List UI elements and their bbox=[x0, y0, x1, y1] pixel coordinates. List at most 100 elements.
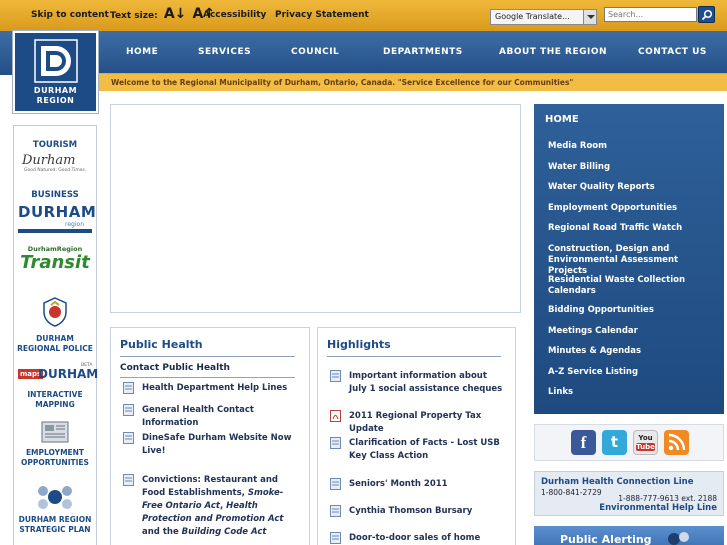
highlight-item[interactable]: Important information about July 1 socia… bbox=[330, 370, 503, 396]
conv-act-3: Building Code Act bbox=[181, 527, 267, 537]
right-nav-item[interactable]: Regional Road Traffic Watch bbox=[548, 223, 714, 234]
health-line-phone: 1-800-841-2729 bbox=[541, 488, 602, 497]
left-sidebar: TOURISM Durham Good Natured. Good Times.… bbox=[13, 125, 98, 545]
tourism-logo[interactable]: Durham Good Natured. Good Times. bbox=[18, 153, 92, 179]
rss-glyph bbox=[668, 433, 686, 451]
document-icon bbox=[330, 505, 341, 517]
public-health-title: Public Health bbox=[120, 338, 203, 351]
highlight-item-label: Cynthia Thomson Bursary bbox=[349, 506, 473, 516]
durham-region-logo[interactable]: DURHAM REGION bbox=[13, 31, 98, 113]
contact-public-health-link[interactable]: Contact Public Health bbox=[120, 363, 230, 373]
highlight-item[interactable]: Cynthia Thomson Bursary bbox=[330, 505, 503, 518]
highlight-item[interactable]: Seniors' Month 2011 bbox=[330, 478, 503, 491]
highlight-item-label: Door-to-door sales of home water bbox=[349, 533, 481, 543]
social-links: f t You Tube bbox=[534, 424, 724, 461]
search-icon bbox=[701, 9, 713, 21]
business-heading: BUSINESS bbox=[31, 190, 79, 200]
transit-logo[interactable]: DurhamRegion Transit bbox=[18, 245, 92, 281]
maps-logo-word: DURHAM bbox=[38, 367, 99, 381]
durham-d-mark-icon bbox=[34, 39, 78, 83]
right-nav-item[interactable]: Bidding Opportunities bbox=[548, 305, 714, 316]
document-icon bbox=[123, 382, 134, 394]
maps-logo[interactable]: maps DURHAM BETA bbox=[18, 363, 98, 384]
chevron-down-icon bbox=[583, 10, 596, 24]
google-translate-select[interactable]: Google Translate... bbox=[490, 9, 597, 25]
right-nav-item[interactable]: Employment Opportunities bbox=[548, 203, 714, 214]
right-nav-item[interactable]: Water Billing bbox=[548, 162, 714, 173]
health-item[interactable]: General Health Contact Information bbox=[123, 404, 297, 430]
health-line-title: Durham Health Connection Line bbox=[541, 477, 694, 487]
document-icon bbox=[123, 474, 134, 486]
right-nav-item[interactable]: Residential Waste Collection Calendars bbox=[548, 275, 714, 297]
nav-departments[interactable]: DEPARTMENTS bbox=[383, 47, 463, 57]
mapping-line-1: INTERACTIVE bbox=[27, 390, 83, 399]
health-item-label: DineSafe Durham Website Now Live! bbox=[142, 433, 292, 456]
highlight-item[interactable]: Clarification of Facts - Lost USB Key Cl… bbox=[330, 437, 503, 463]
right-nav-item[interactable]: A-Z Service Listing bbox=[548, 367, 714, 378]
newspaper-icon[interactable] bbox=[41, 421, 69, 443]
nav-services[interactable]: SERVICES bbox=[198, 47, 251, 57]
right-nav-home[interactable]: HOME bbox=[545, 114, 579, 125]
highlight-item-label: 2011 Regional Property Tax Update bbox=[349, 411, 482, 434]
tourism-logo-word: Durham bbox=[22, 153, 76, 168]
public-health-panel: Public Health Contact Public Health Heal… bbox=[110, 327, 310, 545]
transit-word: Transit bbox=[20, 252, 90, 273]
twitter-icon[interactable]: t bbox=[602, 430, 627, 455]
business-logo[interactable]: DURHAM region bbox=[18, 203, 97, 233]
document-icon bbox=[123, 404, 134, 416]
highlight-item[interactable]: 2011 Regional Property Tax Update bbox=[330, 410, 503, 436]
health-item[interactable]: DineSafe Durham Website Now Live! bbox=[123, 432, 297, 458]
right-nav-item[interactable]: Water Quality Reports bbox=[548, 182, 714, 193]
rss-icon[interactable] bbox=[664, 430, 689, 455]
skip-to-content-link[interactable]: Skip to content bbox=[31, 10, 109, 20]
health-item-label: Health Department Help Lines bbox=[142, 383, 288, 393]
main-navigation bbox=[0, 31, 727, 75]
highlights-panel: Highlights Important information about J… bbox=[317, 327, 516, 545]
highlight-item-label: Seniors' Month 2011 bbox=[349, 479, 448, 489]
search-input[interactable] bbox=[604, 7, 697, 22]
police-crest-icon[interactable] bbox=[42, 297, 68, 327]
strategic-plan-puzzle-icon[interactable] bbox=[35, 483, 75, 511]
environmental-line-phone: 1-888-777-9613 ext. 2188 bbox=[618, 494, 717, 503]
youtube-icon[interactable]: You Tube bbox=[633, 430, 658, 455]
divider bbox=[327, 356, 501, 357]
business-logo-word: DURHAM bbox=[18, 203, 97, 221]
health-connection-line[interactable]: Durham Health Connection Line 1-800-841-… bbox=[534, 471, 724, 516]
welcome-banner: Welcome to the Regional Municipality of … bbox=[99, 73, 727, 91]
feature-banner bbox=[110, 104, 521, 313]
business-logo-sub: region bbox=[65, 221, 84, 228]
text-size-decrease[interactable]: A↓ bbox=[164, 6, 187, 22]
pdf-icon bbox=[330, 410, 341, 422]
tourism-heading: TOURISM bbox=[32, 140, 78, 150]
facebook-icon[interactable]: f bbox=[571, 430, 596, 455]
right-nav-item[interactable]: Meetings Calendar bbox=[548, 326, 714, 337]
nav-home[interactable]: HOME bbox=[126, 47, 158, 57]
health-item[interactable]: Convictions: Restaurant and Food Establi… bbox=[123, 474, 297, 539]
search-button[interactable] bbox=[698, 6, 715, 23]
environmental-help-line-title: Environmental Help Line bbox=[599, 503, 717, 513]
privacy-statement-link[interactable]: Privacy Statement bbox=[275, 10, 369, 20]
alert-puzzle-icon bbox=[668, 532, 689, 545]
maps-beta: BETA bbox=[81, 363, 93, 368]
strategic-plan-line-2[interactable]: STRATEGIC PLAN bbox=[14, 525, 96, 534]
document-icon bbox=[330, 478, 341, 490]
nav-council[interactable]: COUNCIL bbox=[291, 47, 339, 57]
accessibility-link[interactable]: Accessibility bbox=[203, 10, 266, 20]
conv-and: and the bbox=[142, 527, 182, 537]
right-nav-item[interactable]: Links bbox=[548, 387, 714, 398]
right-nav-item[interactable]: Construction, Design and Environmental A… bbox=[548, 244, 714, 277]
public-alerting-banner[interactable]: Public Alerting bbox=[534, 526, 724, 545]
highlight-item[interactable]: Door-to-door sales of home water bbox=[330, 532, 503, 545]
right-nav-item[interactable]: Media Room bbox=[548, 141, 714, 152]
nav-about-the-region[interactable]: ABOUT THE REGION bbox=[499, 47, 607, 57]
document-icon bbox=[330, 370, 341, 382]
health-item[interactable]: Health Department Help Lines bbox=[123, 382, 297, 395]
highlights-title: Highlights bbox=[327, 338, 391, 351]
youtube-tube: Tube bbox=[636, 443, 655, 451]
text-size-control: Text size: A↓ A↑ bbox=[110, 6, 215, 22]
employment-line-1: EMPLOYMENT bbox=[25, 448, 85, 457]
right-nav-item[interactable]: Minutes & Agendas bbox=[548, 346, 714, 357]
employment-line-2[interactable]: OPPORTUNITIES bbox=[14, 458, 96, 467]
police-line-2[interactable]: REGIONAL POLICE bbox=[14, 344, 96, 353]
nav-contact-us[interactable]: CONTACT US bbox=[638, 47, 707, 57]
